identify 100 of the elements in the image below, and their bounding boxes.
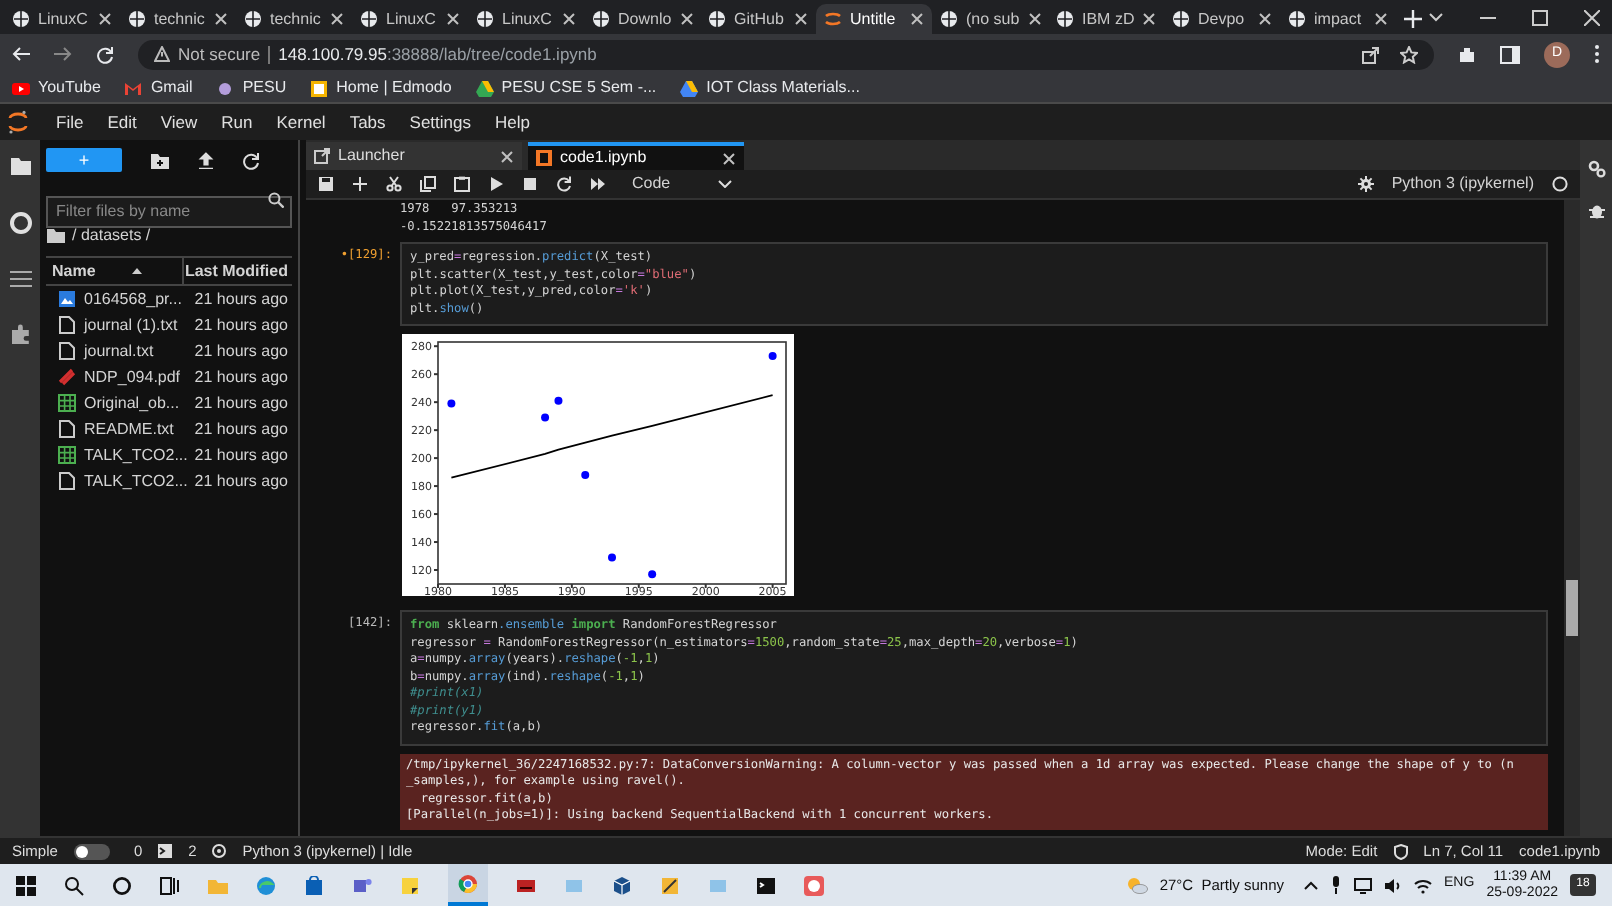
menu-item[interactable]: Settings — [409, 109, 471, 135]
close-icon[interactable] — [1258, 12, 1272, 26]
close-icon[interactable] — [214, 12, 228, 26]
new-tab-icon[interactable] — [1404, 10, 1422, 28]
code-editor[interactable] — [400, 610, 1548, 745]
menu-item[interactable]: Edit — [107, 109, 137, 135]
file-row[interactable]: README.txt 21 hours ago — [46, 416, 292, 442]
edge-icon[interactable] — [256, 875, 276, 895]
cube-icon[interactable] — [612, 875, 632, 895]
close-icon[interactable] — [98, 12, 112, 26]
gear-icon[interactable] — [1357, 176, 1374, 192]
cut-icon[interactable] — [386, 176, 402, 192]
folder-icon[interactable] — [9, 156, 31, 176]
bookmark-link[interactable]: YouTube — [12, 76, 101, 100]
file-row[interactable]: NDP_094.pdf 21 hours ago — [46, 364, 292, 390]
breadcrumb-path[interactable]: / datasets / — [72, 224, 151, 248]
browser-tab[interactable]: LinuxC — [352, 4, 468, 34]
circle-icon[interactable] — [112, 875, 132, 895]
sidebar-icon[interactable] — [1500, 45, 1520, 63]
document-tab[interactable]: Launcher — [306, 142, 522, 170]
new-folder-icon[interactable] — [150, 151, 170, 169]
browser-tab[interactable]: Downlo — [584, 4, 700, 34]
close-icon[interactable] — [1374, 12, 1388, 26]
menu-item[interactable]: Help — [495, 109, 530, 135]
scrollbar[interactable] — [1564, 200, 1580, 836]
menu-item[interactable]: Tabs — [349, 109, 386, 135]
star-icon[interactable] — [1400, 45, 1418, 63]
close-icon[interactable] — [722, 151, 736, 165]
close-icon[interactable] — [446, 12, 460, 26]
bookmark-link[interactable]: IOT Class Materials... — [680, 76, 860, 100]
chevron-up-icon[interactable] — [1304, 880, 1319, 890]
browser-tab[interactable]: impact — [1280, 4, 1396, 34]
column-header[interactable]: Name — [46, 258, 185, 284]
browser-tab[interactable]: Devpo — [1164, 4, 1280, 34]
simple-toggle[interactable] — [73, 843, 110, 859]
forward-icon[interactable] — [54, 46, 72, 62]
more-icon[interactable] — [1594, 44, 1600, 64]
browser-tab[interactable]: Untitle — [816, 4, 932, 34]
close-icon[interactable] — [1142, 12, 1157, 26]
bookmark-link[interactable]: PESU CSE 5 Sem -... — [475, 76, 657, 100]
cell-type-dropdown[interactable]: Code — [632, 172, 733, 196]
file-row[interactable]: TALK_TCO2... 21 hours ago — [46, 468, 292, 494]
file-row[interactable]: TALK_TCO2... 21 hours ago — [46, 442, 292, 468]
menu-item[interactable]: File — [56, 109, 84, 135]
close-icon[interactable] — [330, 12, 344, 26]
browser-tab[interactable]: GitHub — [700, 4, 816, 34]
chevron-icon[interactable] — [1428, 11, 1444, 23]
wifi-icon[interactable] — [1414, 877, 1433, 893]
paste-icon[interactable] — [454, 176, 470, 192]
browser-tab[interactable]: LinuxC — [4, 4, 120, 34]
menu-item[interactable]: View — [160, 109, 198, 135]
save-icon[interactable] — [318, 176, 334, 192]
browser-tab[interactable]: (no sub — [932, 4, 1048, 34]
browser-tab[interactable]: technic — [120, 4, 236, 34]
maximize-icon[interactable] — [1532, 9, 1548, 25]
browser-tab[interactable]: LinuxC — [468, 4, 584, 34]
teams-icon[interactable] — [352, 875, 372, 895]
list-icon[interactable] — [9, 270, 31, 288]
note-icon[interactable] — [400, 875, 420, 895]
bookmark-link[interactable]: Gmail — [124, 76, 193, 100]
close-icon[interactable] — [679, 12, 694, 26]
bug-icon[interactable] — [1587, 202, 1605, 220]
kernel-name[interactable]: Python 3 (ipykernel) — [1391, 172, 1534, 196]
close-icon[interactable] — [910, 12, 924, 26]
copy-icon[interactable] — [420, 176, 436, 192]
terminal-icon[interactable] — [756, 875, 776, 895]
share-icon[interactable] — [1362, 45, 1380, 63]
store-icon[interactable] — [304, 875, 324, 895]
file-row[interactable]: journal.txt 21 hours ago — [46, 338, 292, 364]
volume-icon[interactable] — [1384, 877, 1403, 893]
upload-icon[interactable] — [198, 151, 214, 169]
bookmark-link[interactable]: PESU — [216, 76, 287, 100]
fast-forward-icon[interactable] — [590, 176, 606, 192]
stop-icon[interactable] — [522, 176, 538, 192]
address-bar[interactable]: Not secure 148.100.79.95:38888/lab/tree/code1.ipynb — [138, 39, 1434, 69]
microphone-icon[interactable] — [1330, 876, 1343, 894]
pencil-folder-icon[interactable] — [660, 875, 680, 895]
close-icon[interactable] — [562, 12, 576, 26]
close-icon[interactable] — [794, 12, 808, 26]
file-row[interactable]: Original_ob... 21 hours ago — [46, 390, 292, 416]
network-icon[interactable] — [1354, 877, 1373, 893]
close-icon[interactable] — [1027, 12, 1042, 26]
gears-icon[interactable] — [1587, 160, 1605, 178]
browser-tab[interactable]: technic — [236, 4, 352, 34]
puzzle-icon[interactable] — [9, 324, 31, 346]
menu-item[interactable]: Kernel — [276, 109, 326, 135]
file-row[interactable]: 0164568_pr... 21 hours ago — [46, 286, 292, 312]
reload-icon[interactable] — [96, 45, 114, 63]
browser-tab[interactable]: IBM zD — [1048, 4, 1164, 34]
back-icon[interactable] — [12, 46, 30, 62]
play-icon[interactable] — [488, 176, 504, 192]
extensions-icon[interactable] — [1458, 45, 1476, 63]
windows-icon[interactable] — [16, 875, 36, 895]
refresh-icon[interactable] — [242, 151, 260, 169]
document-tab[interactable]: code1.ipynb — [528, 142, 744, 170]
minimize-icon[interactable] — [1480, 15, 1496, 19]
bookmark-link[interactable]: Home | Edmodo — [310, 76, 452, 100]
column-header[interactable]: Last Modified — [184, 259, 292, 283]
filter-field[interactable]: Filter files by name — [46, 195, 292, 227]
menu-item[interactable]: Run — [221, 109, 253, 135]
